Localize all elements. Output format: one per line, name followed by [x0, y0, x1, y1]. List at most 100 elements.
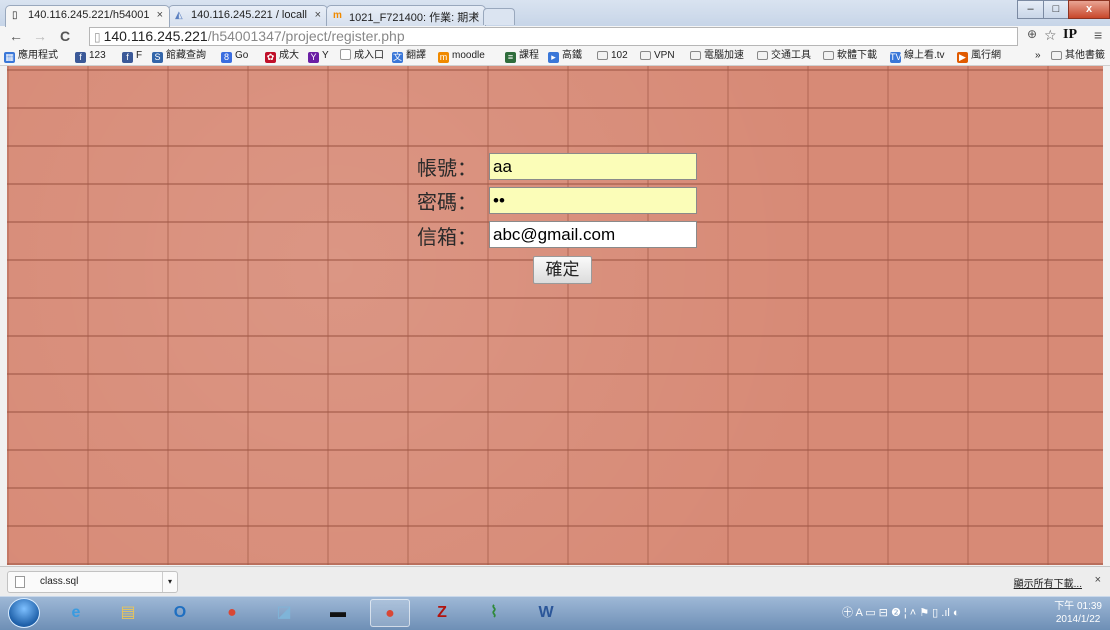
account-input[interactable]: [489, 153, 697, 180]
tab-register[interactable]: ▯ 140.116.245.221/h54001 ×: [5, 5, 170, 27]
bookmark-fengxing[interactable]: ▶ 風行網: [957, 49, 1001, 63]
email-label: 信箱：: [417, 225, 477, 249]
bookmark-translate[interactable]: 文翻譯: [392, 49, 426, 63]
start-button[interactable]: [8, 598, 40, 628]
clock-time: 下午 01:39: [1054, 601, 1102, 612]
ie-icon-glyph: e: [71, 604, 81, 621]
tab-title: 140.116.245.221/h54001: [28, 9, 150, 21]
tab-moodle[interactable]: m 1021_F721400: 作業: 期末 ×: [326, 5, 486, 26]
page-content: 帳號： 密碼： •• 信箱： 確定: [7, 66, 1103, 565]
chart-app-icon-glyph: ⌇: [490, 604, 498, 621]
filezilla-icon[interactable]: Z: [422, 599, 462, 627]
ie-icon[interactable]: e: [56, 599, 96, 627]
bookmark-course[interactable]: ≡ 課程: [505, 49, 539, 63]
folder-icon: [757, 51, 768, 60]
bookmarks-bar: ▦ 應用程式 f 123 fF S 館藏查詢 8 Go ✿ 成大 YY 成入口 文翻譯 m…: [0, 47, 1110, 66]
bookmark-folder-other[interactable]: 其他書籤: [1051, 49, 1105, 63]
password-input[interactable]: ••: [489, 187, 697, 214]
ncku-icon: ✿: [265, 52, 276, 63]
maximize-button[interactable]: □: [1043, 0, 1069, 19]
fengxing-icon: ▶: [957, 52, 968, 63]
course-icon: ≡: [505, 52, 516, 63]
submit-button[interactable]: 確定: [533, 256, 592, 284]
page-icon: [340, 49, 351, 60]
show-all-downloads-link[interactable]: 顯示所有下載...: [1014, 575, 1082, 590]
system-tray[interactable]: ㊉ A ▭ ⊟ ❷ ¦ ˄ ⚑ ▯ .ıl ◐: [842, 604, 960, 620]
folder-icon: [690, 51, 701, 60]
bookmark-apps[interactable]: ▦ 應用程式: [4, 49, 58, 63]
folder-icon: [640, 51, 651, 60]
phpmyadmin-icon: ◭: [175, 10, 183, 21]
bookmark-portal[interactable]: 成入口: [340, 49, 384, 63]
outlook-icon[interactable]: O: [160, 599, 200, 627]
forward-button[interactable]: →: [33, 28, 47, 44]
url-path: /h54001347/project/register.php: [207, 28, 405, 44]
bookmark-folder-vpn[interactable]: VPN: [640, 49, 675, 63]
bookmark-google[interactable]: 8 Go: [221, 49, 248, 63]
tv-icon: TV: [890, 52, 902, 63]
file-icon: [15, 576, 25, 588]
explorer-icon[interactable]: ▤: [108, 599, 148, 627]
facebook-icon: f: [122, 52, 133, 63]
apps-icon: ▦: [4, 52, 15, 63]
library-icon: S: [152, 52, 163, 63]
back-button[interactable]: ←: [9, 28, 23, 44]
address-bar[interactable]: ▯ 140.116.245.221/h54001347/project/regis…: [89, 27, 1018, 46]
bookmark-folder-transport[interactable]: 交通工具: [757, 49, 811, 63]
chart-app-icon[interactable]: ⌇: [474, 599, 514, 627]
chrome-active-icon[interactable]: ●: [370, 599, 410, 627]
chrome-icon-glyph: ●: [227, 604, 237, 621]
notes-icon-glyph: ◪: [276, 604, 292, 621]
browser-toolbar: ← → C ▯ 140.116.245.221/h54001347/project…: [0, 26, 1110, 47]
word-icon-glyph: W: [538, 604, 554, 621]
bookmark-hsr[interactable]: ▸ 高鐵: [548, 49, 582, 63]
moodle-icon: m: [438, 52, 449, 63]
minimize-button[interactable]: –: [1017, 0, 1044, 19]
folder-icon: [1051, 51, 1062, 60]
bookmark-folder-102[interactable]: 102: [597, 49, 628, 63]
menu-icon[interactable]: ≡: [1094, 27, 1102, 43]
bookmark-folder-software[interactable]: 軟體下載: [823, 49, 877, 63]
chrome-icon[interactable]: ●: [212, 599, 252, 627]
outlook-icon-glyph: O: [173, 604, 187, 621]
notes-icon[interactable]: ◪: [264, 599, 304, 627]
bookmark-f[interactable]: fF: [122, 49, 142, 63]
download-item[interactable]: class.sql ▾: [7, 571, 178, 593]
page-icon: ▯: [94, 30, 101, 44]
bookmark-moodle[interactable]: m moodle: [438, 49, 485, 63]
bookmark-yahoo[interactable]: YY: [308, 49, 329, 63]
reload-button[interactable]: C: [60, 28, 70, 44]
yahoo-icon: Y: [308, 52, 319, 63]
chrome-active-icon-glyph: ●: [385, 605, 395, 622]
bookmark-library[interactable]: S 館藏查詢: [152, 49, 206, 63]
page-icon: ▯: [12, 10, 18, 21]
tab-title: 140.116.245.221 / locall: [191, 9, 307, 21]
tab-strip: ▯ 140.116.245.221/h54001 × ◭ 140.116.245…: [0, 0, 1110, 27]
train-icon: ▸: [548, 52, 559, 63]
tab-phpmyadmin[interactable]: ◭ 140.116.245.221 / locall ×: [168, 5, 328, 26]
close-tab-icon[interactable]: ×: [157, 9, 163, 21]
close-tab-icon[interactable]: ×: [315, 9, 321, 21]
taskbar: e ▤ O ● ◪ ▬ ● Z ⌇ W ㊉ A ▭ ⊟ ❷ ¦ ˄ ⚑ ▯ .ıl ◐ 下午 01…: [0, 596, 1110, 630]
bookmark-folder-speedup[interactable]: 電腦加速: [690, 49, 744, 63]
zoom-icon[interactable]: ⊕: [1027, 27, 1037, 41]
cmd-icon[interactable]: ▬: [318, 599, 358, 627]
close-tab-icon[interactable]: ×: [473, 9, 479, 21]
chevron-down-icon[interactable]: ▾: [162, 572, 177, 592]
word-icon[interactable]: W: [526, 599, 566, 627]
extension-ip-button[interactable]: IP: [1063, 27, 1077, 43]
clock[interactable]: 下午 01:39 2014/1/22: [1054, 600, 1102, 626]
close-shelf-icon[interactable]: ×: [1095, 574, 1101, 586]
folder-icon: [823, 51, 834, 60]
bookmarks-overflow-button[interactable]: »: [1035, 49, 1041, 63]
facebook-icon: f: [75, 52, 86, 63]
password-label: 密碼：: [417, 190, 477, 214]
explorer-icon-glyph: ▤: [120, 604, 136, 621]
bookmark-online-tv[interactable]: TV 線上看.tv: [890, 49, 945, 63]
close-window-button[interactable]: x: [1068, 0, 1110, 19]
star-icon[interactable]: ☆: [1044, 27, 1057, 44]
bookmark-123[interactable]: f 123: [75, 49, 106, 63]
bookmark-ncku[interactable]: ✿ 成大: [265, 49, 299, 63]
email-input[interactable]: [489, 221, 697, 248]
new-tab-button[interactable]: [483, 8, 515, 25]
